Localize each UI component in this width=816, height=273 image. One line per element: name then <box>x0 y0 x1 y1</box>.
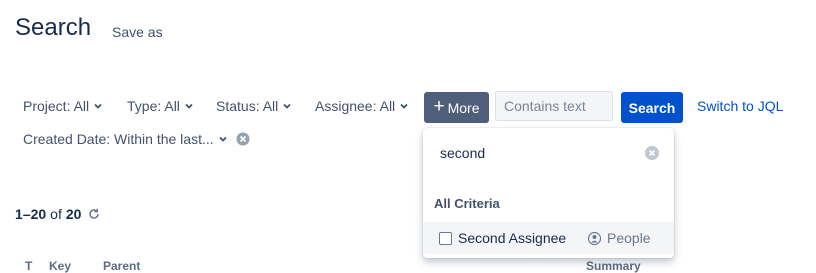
assignee-filter[interactable]: Assignee: All <box>315 98 409 114</box>
option-category-label: People <box>607 230 651 246</box>
result-of: of <box>50 206 62 222</box>
type-filter-label: Type: All <box>127 98 180 114</box>
chevron-down-icon <box>94 103 102 109</box>
chevron-down-icon <box>219 136 227 142</box>
criteria-option-second-assignee[interactable]: Second Assignee People <box>423 222 674 254</box>
option-checkbox[interactable] <box>439 232 452 245</box>
result-count: 1–20 of 20 <box>15 206 101 222</box>
criteria-heading: All Criteria <box>434 196 500 211</box>
status-filter[interactable]: Status: All <box>216 98 292 114</box>
assignee-filter-label: Assignee: All <box>315 98 396 114</box>
project-filter-label: Project: All <box>23 98 90 114</box>
save-as-button[interactable]: Save as <box>112 24 163 40</box>
created-date-label: Created Date: Within the last... <box>23 131 214 147</box>
type-filter[interactable]: Type: All <box>127 98 194 114</box>
column-header-parent[interactable]: Parent <box>103 259 140 273</box>
created-date-filter[interactable]: Created Date: Within the last... <box>23 131 250 147</box>
project-filter[interactable]: Project: All <box>23 98 103 114</box>
column-header-summary[interactable]: Summary <box>586 259 641 273</box>
person-icon <box>588 231 601 245</box>
more-criteria-dropdown: second All Criteria Second Assignee Peop… <box>423 128 674 258</box>
option-label: Second Assignee <box>458 230 567 246</box>
criteria-search-input[interactable]: second <box>430 136 666 170</box>
plus-icon: + <box>433 96 445 117</box>
contains-text-input[interactable]: Contains text <box>495 91 613 121</box>
column-header-key[interactable]: Key <box>49 259 71 273</box>
clear-filter-icon[interactable] <box>236 132 250 146</box>
more-filters-button[interactable]: + More <box>424 92 489 123</box>
column-header-type[interactable]: T <box>25 259 32 273</box>
chevron-down-icon <box>400 103 408 109</box>
search-button[interactable]: Search <box>621 92 683 123</box>
clear-search-icon[interactable] <box>644 145 660 161</box>
chevron-down-icon <box>283 103 291 109</box>
result-range: 1–20 <box>15 206 47 222</box>
switch-to-jql-link[interactable]: Switch to JQL <box>697 98 783 114</box>
option-category: People <box>588 230 651 246</box>
result-total: 20 <box>65 206 82 222</box>
status-filter-label: Status: All <box>216 98 279 114</box>
page-title: Search <box>15 14 92 41</box>
refresh-icon[interactable] <box>87 207 101 221</box>
more-label: More <box>447 99 480 116</box>
chevron-down-icon <box>185 103 193 109</box>
